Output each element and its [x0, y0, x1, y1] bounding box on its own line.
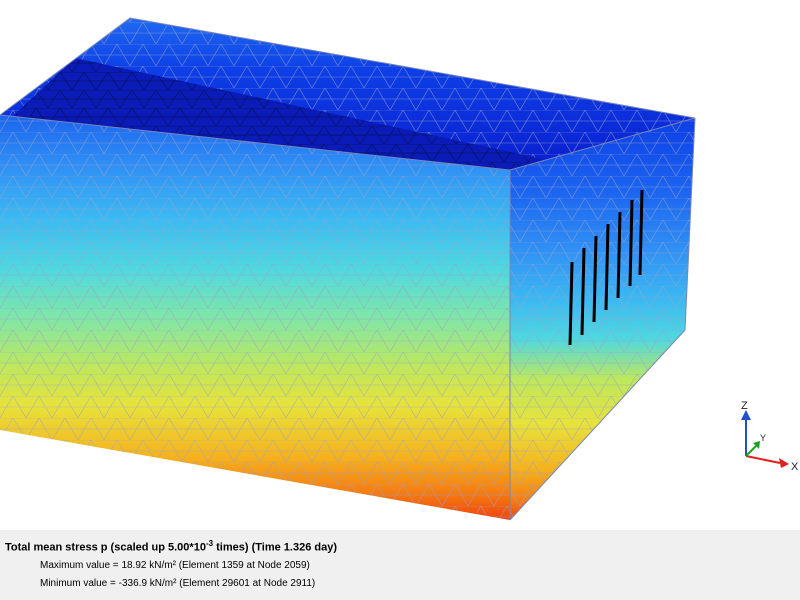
- result-title-exponent: -3: [205, 539, 214, 548]
- axis-y-label: Y: [760, 433, 767, 443]
- minimum-value-line: Minimum value = -336.9 kN/m² (Element 29…: [40, 578, 316, 589]
- max-value: 18.92 kN/m²: [121, 560, 176, 571]
- axis-z-label: Z: [741, 400, 748, 412]
- min-location: (Element 29601 at Node 2911): [179, 578, 316, 589]
- axis-x-label: X: [791, 461, 799, 473]
- maximum-value-line: Maximum value = 18.92 kN/m² (Element 135…: [40, 560, 310, 571]
- mesh-model[interactable]: [0, 0, 800, 530]
- min-value: -336.9 kN/m²: [118, 578, 177, 589]
- result-title: Total mean stress p (scaled up 5.00*10-3…: [5, 539, 337, 554]
- result-title-suffix: times) (Time 1.326 day): [213, 541, 337, 554]
- max-label: Maximum value: [40, 560, 111, 571]
- min-label: Minimum value: [40, 578, 108, 589]
- max-location: (Element 1359 at Node 2059): [178, 560, 310, 571]
- model-3d-viewport[interactable]: Z Y X: [0, 0, 800, 530]
- result-title-prefix: Total mean stress p (scaled up 5.00*10: [5, 541, 206, 554]
- result-info-panel: Total mean stress p (scaled up 5.00*10-3…: [0, 530, 800, 600]
